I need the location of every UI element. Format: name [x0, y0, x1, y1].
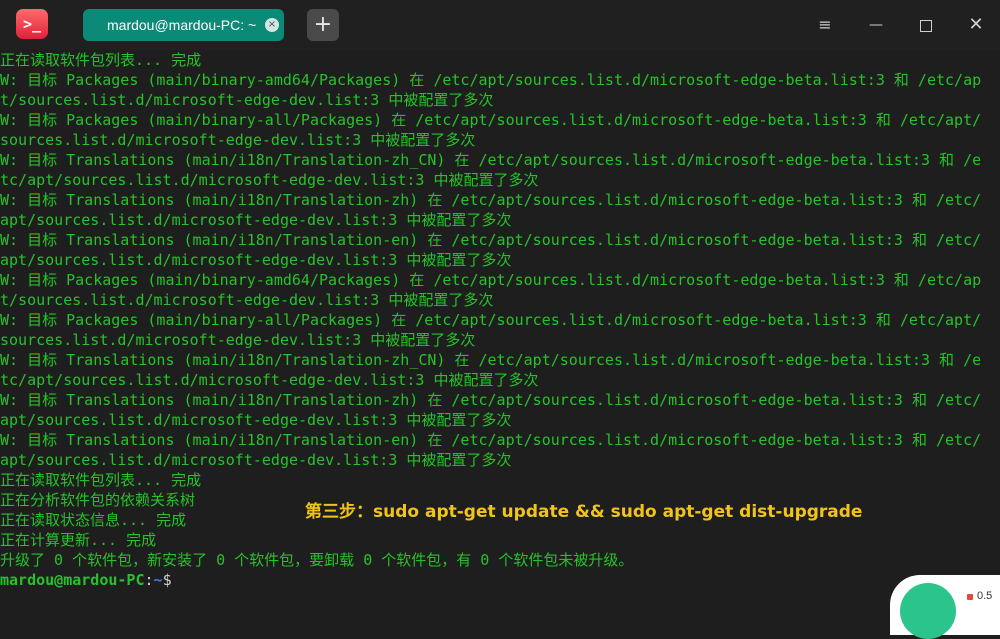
output-line: W: 目标 Translations (main/i18n/Translatio…: [0, 191, 982, 209]
menu-button[interactable]: ≡: [810, 10, 840, 40]
output-line: 正在读取软件包列表... 完成: [0, 51, 202, 69]
output-line: t/sources.list.d/microsoft-edge-dev.list…: [0, 91, 494, 109]
output-line: 正在分析软件包的依赖关系树: [0, 491, 196, 509]
output-line: t/sources.list.d/microsoft-edge-dev.list…: [0, 291, 494, 309]
widget-circle-icon: [900, 583, 956, 639]
output-line: 升级了 0 个软件包，新安装了 0 个软件包，要卸载 0 个软件包，有 0 个软…: [0, 551, 634, 569]
tab-title: mardou@mardou-PC: ~: [107, 17, 257, 33]
output-line: 正在读取状态信息... 完成: [0, 511, 187, 529]
output-line: apt/sources.list.d/microsoft-edge-dev.li…: [0, 251, 512, 269]
terminal-app-icon[interactable]: >_: [16, 9, 48, 39]
output-line: W: 目标 Packages (main/binary-all/Packages…: [0, 311, 982, 329]
output-line: apt/sources.list.d/microsoft-edge-dev.li…: [0, 411, 512, 429]
output-line: sources.list.d/microsoft-edge-dev.list:3…: [0, 131, 476, 149]
output-line: W: 目标 Packages (main/binary-amd64/Packag…: [0, 71, 982, 89]
prompt-path: ~: [153, 571, 163, 589]
floating-widget[interactable]: 0.5: [890, 575, 1000, 639]
minimize-button[interactable]: —: [861, 10, 891, 40]
output-line: sources.list.d/microsoft-edge-dev.list:3…: [0, 331, 476, 349]
output-line: W: 目标 Translations (main/i18n/Translatio…: [0, 391, 982, 409]
maximize-button[interactable]: [911, 10, 941, 40]
title-bar: >_ mardou@mardou-PC: ~ × + ≡ — ✕: [0, 0, 1000, 50]
output-line: W: 目标 Translations (main/i18n/Translatio…: [0, 231, 982, 249]
tab-close-icon[interactable]: ×: [265, 18, 279, 32]
prompt-symbol: $: [162, 571, 172, 589]
close-button[interactable]: ✕: [961, 10, 991, 40]
widget-indicator-icon: [967, 594, 973, 600]
new-tab-button[interactable]: +: [307, 9, 339, 41]
tab-terminal-session[interactable]: mardou@mardou-PC: ~ ×: [83, 9, 284, 41]
output-line: W: 目标 Translations (main/i18n/Translatio…: [0, 151, 982, 169]
output-line: 正在读取软件包列表... 完成: [0, 471, 202, 489]
output-line: 正在计算更新... 完成: [0, 531, 157, 549]
shell-prompt: mardou@mardou-PC:~$: [0, 570, 172, 590]
widget-value: 0.5: [977, 590, 993, 602]
output-line: W: 目标 Translations (main/i18n/Translatio…: [0, 431, 982, 449]
output-line: W: 目标 Packages (main/binary-all/Packages…: [0, 111, 982, 129]
output-line: apt/sources.list.d/microsoft-edge-dev.li…: [0, 211, 512, 229]
step-caption: 第三步：sudo apt-get update && sudo apt-get …: [305, 502, 863, 522]
prompt-separator: :: [144, 571, 154, 589]
maximize-icon: [920, 19, 932, 32]
prompt-user-host: mardou@mardou-PC: [0, 571, 145, 589]
output-line: tc/apt/sources.list.d/microsoft-edge-dev…: [0, 371, 539, 389]
output-line: W: 目标 Packages (main/binary-amd64/Packag…: [0, 271, 982, 289]
output-line: W: 目标 Translations (main/i18n/Translatio…: [0, 351, 982, 369]
output-line: apt/sources.list.d/microsoft-edge-dev.li…: [0, 451, 512, 469]
output-line: tc/apt/sources.list.d/microsoft-edge-dev…: [0, 171, 539, 189]
